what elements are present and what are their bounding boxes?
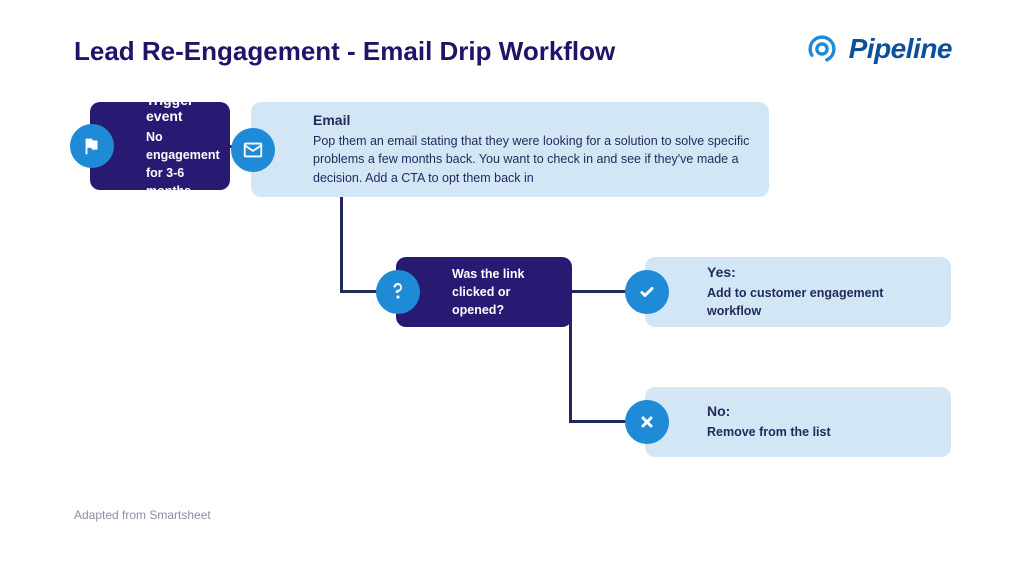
card-title: Email xyxy=(313,112,751,128)
flag-icon xyxy=(70,124,114,168)
connector xyxy=(340,192,343,290)
card-title: Yes: xyxy=(707,264,933,280)
card-body: Add to customer engagement workflow xyxy=(707,284,933,320)
card-title: No: xyxy=(707,403,933,419)
brand-logo: Pipeline xyxy=(803,30,952,68)
card-title: Trigger event xyxy=(146,92,212,124)
brand-mark-icon xyxy=(803,30,841,68)
attribution: Adapted from Smartsheet xyxy=(74,508,211,522)
email-card: Email Pop them an email stating that the… xyxy=(251,102,769,197)
decision-card: Was the link clicked or opened? xyxy=(396,257,572,327)
card-body: Remove from the list xyxy=(707,423,933,441)
no-card: No: Remove from the list xyxy=(645,387,951,457)
cross-icon xyxy=(625,400,669,444)
check-icon xyxy=(625,270,669,314)
question-icon xyxy=(376,270,420,314)
card-body: No engagement for 3-6 months xyxy=(146,128,212,201)
page-title: Lead Re-Engagement - Email Drip Workflow xyxy=(74,36,615,67)
email-icon xyxy=(231,128,275,172)
card-body: Was the link clicked or opened? xyxy=(452,265,554,319)
card-body: Pop them an email stating that they were… xyxy=(313,132,751,186)
brand-name: Pipeline xyxy=(849,33,952,65)
trigger-card: Trigger event No engagement for 3-6 mont… xyxy=(90,102,230,190)
yes-card: Yes: Add to customer engagement workflow xyxy=(645,257,951,327)
